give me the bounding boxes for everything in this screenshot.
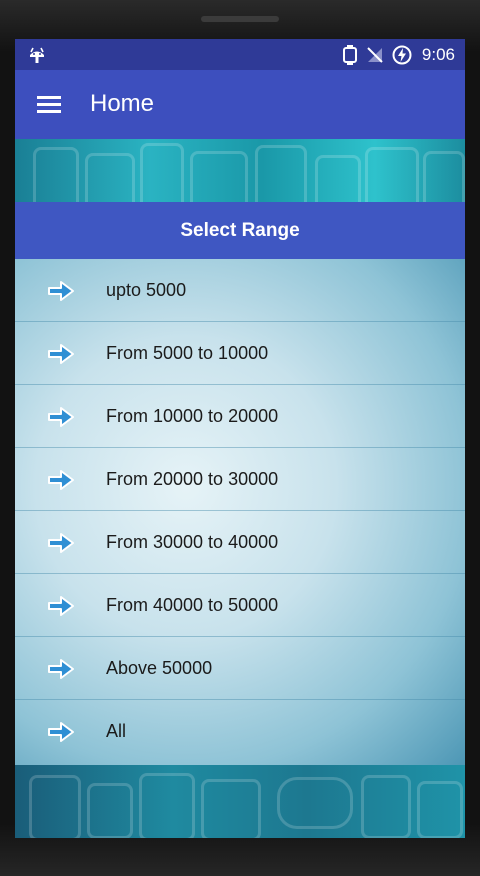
- android-debug-icon: [30, 47, 44, 63]
- arrow-right-icon: [48, 407, 74, 427]
- range-label: All: [106, 721, 127, 741]
- arrow-right-icon: [48, 659, 74, 679]
- app-bar: Home: [15, 70, 465, 139]
- battery-charging-icon: [392, 45, 412, 65]
- range-list: upto 5000 From 5000 to 10000 From 10000 …: [15, 259, 465, 765]
- phone-frame: 9:06 Home Select Range upto 5000 From 50…: [0, 0, 480, 876]
- range-item-10000-20000[interactable]: From 10000 to 20000: [15, 385, 465, 448]
- arrow-right-icon: [48, 533, 74, 553]
- status-bar: 9:06: [15, 39, 465, 70]
- sync-icon: [342, 45, 357, 65]
- arrow-right-icon: [48, 470, 74, 490]
- arrow-right-icon: [48, 722, 74, 742]
- clock-time: 9:06: [421, 45, 455, 64]
- range-label: upto 5000: [106, 280, 187, 300]
- arrow-right-icon: [48, 344, 74, 364]
- status-icons: 9:06: [342, 43, 455, 67]
- range-item-upto-5000[interactable]: upto 5000: [15, 259, 465, 322]
- page-title: Home: [90, 90, 155, 117]
- range-item-20000-30000[interactable]: From 20000 to 30000: [15, 448, 465, 511]
- arrow-right-icon: [48, 281, 74, 301]
- range-label: From 20000 to 30000: [106, 469, 279, 489]
- range-label: Above 50000: [106, 658, 213, 678]
- range-item-30000-40000[interactable]: From 30000 to 40000: [15, 511, 465, 574]
- speaker-grille: [201, 16, 279, 22]
- hamburger-menu-icon[interactable]: [37, 96, 61, 114]
- footer-banner-image: [15, 765, 465, 838]
- range-label: From 40000 to 50000: [106, 595, 279, 615]
- range-item-above-50000[interactable]: Above 50000: [15, 637, 465, 700]
- range-item-5000-10000[interactable]: From 5000 to 10000: [15, 322, 465, 385]
- app-screen: 9:06 Home Select Range upto 5000 From 50…: [15, 39, 465, 838]
- range-label: From 30000 to 40000: [106, 532, 279, 552]
- range-label: From 5000 to 10000: [106, 343, 269, 363]
- header-banner-image: [15, 139, 465, 202]
- range-item-all[interactable]: All: [15, 700, 465, 762]
- range-label: From 10000 to 20000: [106, 406, 279, 426]
- range-item-40000-50000[interactable]: From 40000 to 50000: [15, 574, 465, 637]
- arrow-right-icon: [48, 596, 74, 616]
- no-signal-icon: [367, 47, 383, 63]
- select-range-header: Select Range: [15, 202, 465, 259]
